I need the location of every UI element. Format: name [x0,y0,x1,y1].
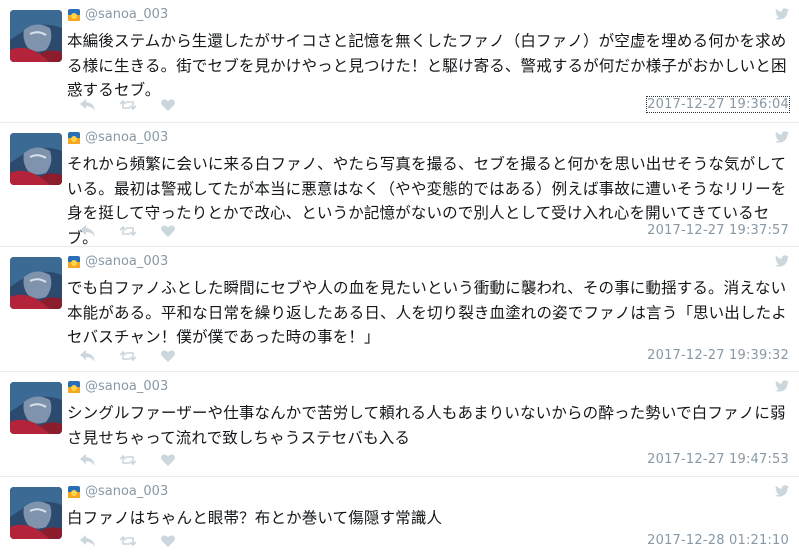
reply-icon[interactable] [78,534,98,548]
tweet-text: でも白ファノふとした瞬間にセブや人の血を見たいという衝動に襲われ、その事に動揺す… [67,279,787,346]
avatar[interactable] [10,10,62,62]
heart-icon[interactable] [158,349,178,363]
tweet-item: @sanoa_003 シングルファーザーや仕事なんかで苦労して頼れる人もあまりい… [0,372,799,477]
avatar[interactable] [10,257,62,309]
sunset-badge-icon [68,485,80,498]
user-handle[interactable]: @sanoa_003 [85,484,168,499]
heart-icon[interactable] [158,534,178,548]
tweet-timestamp[interactable]: 2017-12-27 19:39:32 [647,348,789,363]
user-handle[interactable]: @sanoa_003 [85,130,168,145]
avatar[interactable] [10,487,62,539]
tweet-timestamp[interactable]: 2017-12-27 19:47:53 [647,452,789,467]
twitter-bird-icon[interactable] [775,380,789,392]
tweet-timestamp[interactable]: 2017-12-28 01:21:10 [647,533,789,548]
twitter-bird-icon[interactable] [775,485,789,497]
tweet-item: @sanoa_003 白ファノはちゃんと眼帯？布とか巻いて傷隠す常識人 2017… [0,477,799,556]
reply-icon[interactable] [78,98,98,112]
tweet-text: シングルファーザーや仕事なんかで苦労して頼れる人もあまりいないからの酔った勢いで… [67,404,786,447]
sunset-badge-icon [68,380,80,393]
tweet-text: 本編後ステムから生還したがサイコさと記憶を無くしたファノ（白ファノ）が空虚を埋め… [67,32,787,99]
twitter-bird-icon[interactable] [775,255,789,267]
avatar[interactable] [10,133,62,185]
avatar[interactable] [10,382,62,434]
tweet-text: 白ファノはちゃんと眼帯？布とか巻いて傷隠す常識人 [67,509,443,527]
sunset-badge-icon [68,255,80,268]
tweet-item: @sanoa_003 それから頻繁に会いに来る白ファノ、やたら写真を撮る、セブを… [0,123,799,247]
tweet-timestamp[interactable]: 2017-12-27 19:37:57 [647,223,789,238]
sunset-badge-icon [68,8,80,21]
retweet-icon[interactable] [118,349,138,363]
reply-icon[interactable] [78,349,98,363]
user-handle[interactable]: @sanoa_003 [85,379,168,394]
reply-icon[interactable] [78,224,98,238]
tweet-item: @sanoa_003 でも白ファノふとした瞬間にセブや人の血を見たいという衝動に… [0,247,799,372]
heart-icon[interactable] [158,98,178,112]
heart-icon[interactable] [158,224,178,238]
retweet-icon[interactable] [118,534,138,548]
retweet-icon[interactable] [118,453,138,467]
heart-icon[interactable] [158,453,178,467]
retweet-icon[interactable] [118,224,138,238]
twitter-bird-icon[interactable] [775,8,789,20]
user-handle[interactable]: @sanoa_003 [85,254,168,269]
retweet-icon[interactable] [118,98,138,112]
user-handle[interactable]: @sanoa_003 [85,7,168,22]
tweet-item: @sanoa_003 本編後ステムから生還したがサイコさと記憶を無くしたファノ（… [0,0,799,123]
reply-icon[interactable] [78,453,98,467]
sunset-badge-icon [68,131,80,144]
twitter-bird-icon[interactable] [775,131,789,143]
tweet-timestamp[interactable]: 2017-12-27 19:36:04 [646,96,790,113]
